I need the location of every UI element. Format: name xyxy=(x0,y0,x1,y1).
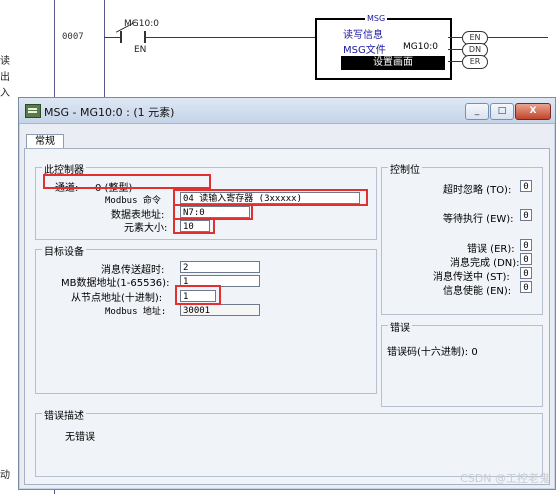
contact-address: MG10:0 xyxy=(124,19,159,29)
msg-setup-dialog: MSG - MG10:0 : (1 元素) _ □ X 常规 此控制器 通道: … xyxy=(18,97,556,490)
control-bit-to-label: 超时忽略 (TO): xyxy=(443,185,512,196)
modbus-command-label: Modbus 命令 xyxy=(105,196,161,206)
error-description-title: 错误描述 xyxy=(42,407,86,422)
target-device-title: 目标设备 xyxy=(42,243,86,258)
control-bit-st-label: 消息传送中 (ST): xyxy=(433,272,510,283)
mb-data-address-field[interactable]: 1 xyxy=(180,275,260,287)
rung-wire-left xyxy=(104,37,120,38)
modbus-address-label: Modbus 地址: xyxy=(105,307,167,317)
rung-wire-mid xyxy=(146,37,315,38)
modbus-address-field: 30001 xyxy=(180,304,260,316)
error-description-group: 错误描述 xyxy=(35,407,543,477)
channel-value[interactable]: 0 (整型) xyxy=(95,179,132,194)
error-code-text: 错误码(十六进制): 0 xyxy=(387,347,478,358)
error-title: 错误 xyxy=(388,319,412,334)
control-bit-er-value: 0 xyxy=(520,239,532,251)
coil-er[interactable]: ER xyxy=(462,55,488,69)
slave-address-label: 从节点地址(十进制): xyxy=(71,293,163,304)
rung-wire-right xyxy=(488,37,548,38)
rung-number[interactable]: 0007 xyxy=(62,32,84,42)
left-text-fragment: 入 xyxy=(0,88,10,99)
ladder-rail xyxy=(104,0,105,100)
msg-block-desc: 读写信息 xyxy=(343,30,383,41)
dialog-title: MSG - MG10:0 : (1 元素) xyxy=(44,106,175,119)
left-text-fragment: 动 xyxy=(0,470,10,481)
coil-wire-en xyxy=(448,37,462,38)
control-bit-ew-value[interactable]: 0 xyxy=(520,209,532,221)
control-bit-dn-label: 消息完成 (DN): xyxy=(450,258,520,269)
control-bit-to-value[interactable]: 0 xyxy=(520,180,532,192)
contact-normally-closed[interactable] xyxy=(115,21,146,45)
left-text-fragment: 读 xyxy=(0,56,10,67)
dialog-titlebar[interactable]: MSG - MG10:0 : (1 元素) _ □ X xyxy=(19,98,555,124)
msg-instruction-block[interactable]: MSG 读写信息 MSG文件 MG10:0 设置画面 xyxy=(315,14,452,80)
control-bit-dn-value: 0 xyxy=(520,253,532,265)
data-table-address-field[interactable]: N7:0 xyxy=(180,206,250,218)
control-bit-er-label: 错误 (ER): xyxy=(467,244,515,255)
modbus-command-field[interactable]: 04 读输入寄存器 (3xxxxx) xyxy=(180,192,360,204)
mb-data-address-label: MB数据地址(1-65536): xyxy=(61,278,170,289)
contact-bit-label: EN xyxy=(134,45,147,55)
close-button[interactable]: X xyxy=(515,103,551,120)
left-text-fragment: 出 xyxy=(0,72,10,83)
slave-address-field[interactable]: 1 xyxy=(180,290,216,302)
control-bit-ew-label: 等待执行 (EW): xyxy=(443,214,514,225)
tab-general[interactable]: 常规 xyxy=(26,134,64,149)
msg-file-value: MG10:0 xyxy=(403,42,438,52)
control-bit-en-value: 0 xyxy=(520,281,532,293)
msg-block-title: MSG xyxy=(365,14,388,23)
control-bit-st-value: 0 xyxy=(520,267,532,279)
app-icon xyxy=(25,104,41,118)
this-controller-title: 此控制器 xyxy=(42,161,86,176)
maximize-button[interactable]: □ xyxy=(490,103,514,120)
minimize-button[interactable]: _ xyxy=(465,103,489,120)
timeout-field[interactable]: 2 xyxy=(180,261,260,273)
general-panel: 此控制器 通道: 0 (整型) Modbus 命令 04 读输入寄存器 (3xx… xyxy=(24,148,550,485)
coil-wire-er xyxy=(448,61,462,62)
control-bits-title: 控制位 xyxy=(388,161,422,176)
element-size-field[interactable]: 10 xyxy=(180,220,210,232)
error-description-text: 无错误 xyxy=(65,432,95,443)
element-size-label: 元素大小: xyxy=(124,223,168,234)
coil-wire-dn xyxy=(448,49,462,50)
control-bit-en-label: 信息使能 (EN): xyxy=(443,286,512,297)
msg-file-label: MSG文件 xyxy=(343,45,386,56)
error-group: 错误 xyxy=(381,319,543,407)
channel-label: 通道: xyxy=(55,183,79,194)
watermark: CSDN @工控老鬼 xyxy=(460,472,550,485)
setup-screen-button[interactable]: 设置画面 xyxy=(341,56,445,70)
